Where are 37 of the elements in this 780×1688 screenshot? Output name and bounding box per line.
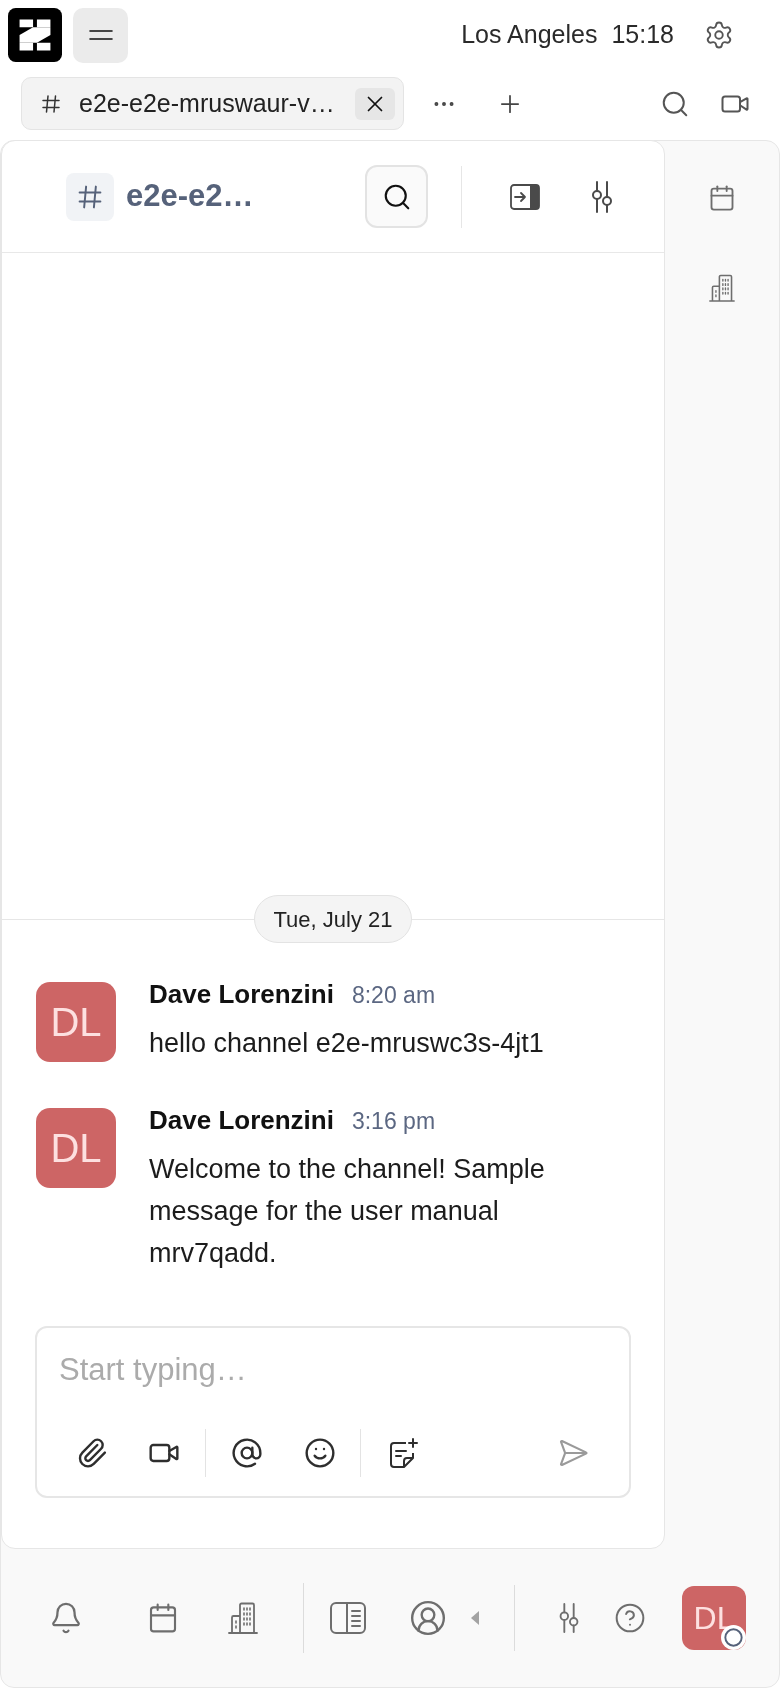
search-button[interactable]: [365, 165, 428, 228]
sliders-icon[interactable]: [557, 1603, 581, 1633]
sliders-icon[interactable]: [590, 180, 614, 213]
settings-icon[interactable]: [704, 20, 734, 50]
user-avatar: DL: [36, 982, 116, 1062]
author-name: Dave Lorenzini: [149, 1104, 334, 1137]
user-avatar: DL: [36, 1108, 116, 1188]
clock-time: 15:18: [611, 19, 674, 51]
calendar-icon[interactable]: [708, 184, 736, 212]
menu-icon: [88, 30, 113, 40]
date-separator: Tue, July 21: [254, 895, 412, 943]
location-label: Los Angeles: [461, 19, 598, 51]
emoji-icon[interactable]: [304, 1437, 336, 1469]
send-icon[interactable]: [557, 1437, 589, 1469]
hash-icon: [41, 93, 61, 114]
message-time: 8:20 am: [351, 981, 436, 1010]
building-icon[interactable]: [709, 274, 735, 302]
message-input[interactable]: Start typing…: [59, 1347, 607, 1393]
menu-button[interactable]: [73, 7, 128, 63]
side-panel-icon[interactable]: [330, 1602, 366, 1634]
mention-icon[interactable]: [231, 1437, 263, 1469]
hash-icon: [66, 172, 114, 221]
message-text: Welcome to the channel! Sample message for the user manual mrv7qadd.: [149, 1153, 546, 1270]
building-icon[interactable]: [228, 1602, 258, 1634]
channel-tab[interactable]: e2e-e2e-mruswaur-v…: [21, 77, 404, 130]
message-text: hello channel e2e-mruswc3s-4jt1: [149, 1027, 545, 1060]
bell-icon[interactable]: [49, 1601, 83, 1635]
calendar-icon[interactable]: [147, 1602, 179, 1634]
logo-icon[interactable]: [8, 8, 62, 62]
close-tab-button[interactable]: [355, 87, 395, 120]
paperclip-icon[interactable]: [76, 1437, 108, 1469]
message-time: 3:16 pm: [351, 1107, 436, 1136]
author-name: Dave Lorenzini: [149, 978, 334, 1011]
channel-title: e2e-e2…: [126, 177, 254, 216]
note-plus-icon[interactable]: [387, 1437, 419, 1469]
user-circle-icon[interactable]: [409, 1599, 447, 1637]
help-icon[interactable]: [614, 1602, 646, 1634]
